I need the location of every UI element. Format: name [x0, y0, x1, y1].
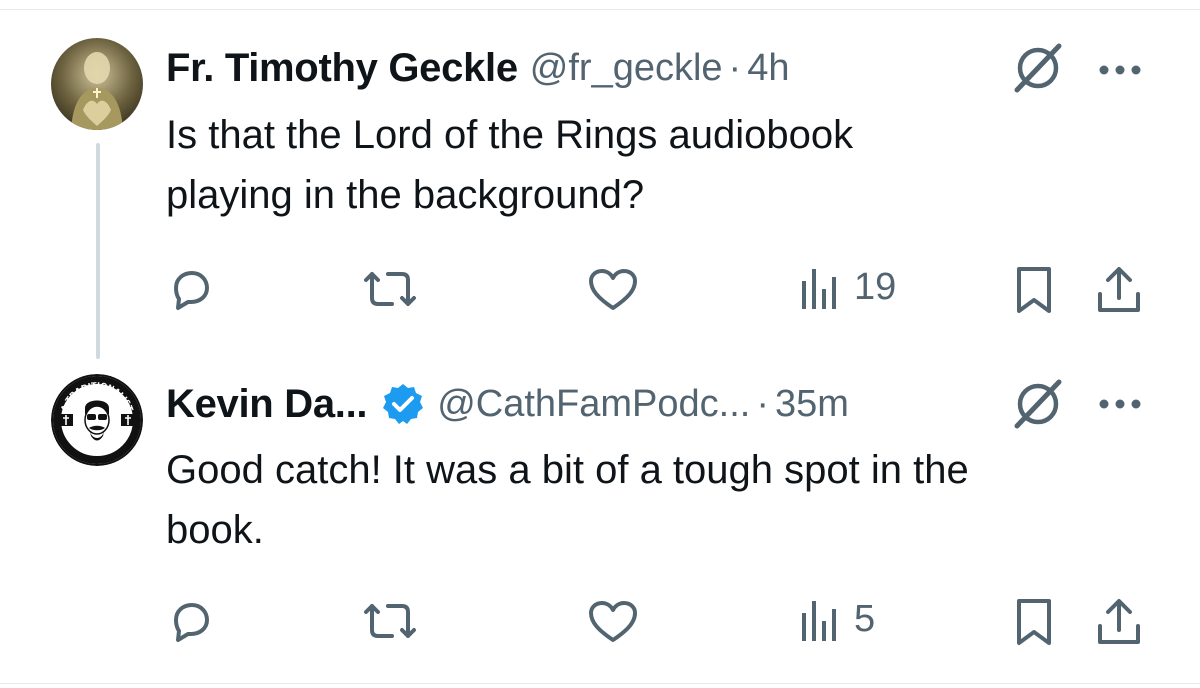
bookmark-button[interactable] [1012, 596, 1056, 648]
grok-icon[interactable] [1010, 40, 1066, 96]
bottom-divider [0, 683, 1200, 684]
reply-button[interactable] [166, 598, 214, 646]
views-button[interactable]: 19 [800, 263, 896, 311]
tweet-header: Fr. Timothy Geckle @fr_geckle · 4h [166, 38, 789, 98]
views-count: 19 [854, 265, 897, 308]
thread-connector-line [96, 143, 100, 359]
bookmark-icon [1017, 599, 1051, 645]
views-bar-icon [802, 601, 836, 641]
heart-icon [589, 601, 637, 642]
tweet-text: Is that the Lord of the Rings audiobook … [166, 105, 1156, 225]
like-button[interactable] [586, 266, 640, 314]
reply-bubble-icon [174, 603, 209, 642]
sacred-heart-avatar-image [51, 38, 143, 130]
reply-bubble-icon [174, 271, 209, 310]
bookmark-icon [1017, 267, 1051, 313]
timestamp[interactable]: 35m [775, 383, 849, 426]
share-icon [1098, 267, 1140, 312]
heart-icon [589, 269, 637, 310]
tweet-text-line: playing in the background? [166, 173, 645, 217]
share-button[interactable] [1094, 596, 1144, 648]
more-dots-icon[interactable] [1096, 60, 1146, 80]
like-button[interactable] [586, 598, 640, 646]
retweet-icon [364, 604, 416, 638]
author-name[interactable]: Kevin Da... [166, 382, 368, 427]
share-icon [1098, 599, 1140, 644]
reply-button[interactable] [166, 266, 214, 314]
avatar[interactable]: A TRADITIONALIST KEVIN DAVIS [51, 374, 143, 466]
bookmark-button[interactable] [1012, 264, 1056, 316]
top-divider [0, 9, 1200, 10]
views-button[interactable]: 5 [800, 595, 875, 643]
author-name[interactable]: Fr. Timothy Geckle [166, 46, 518, 91]
grok-icon[interactable] [1010, 376, 1066, 432]
tweet-header: Kevin Da... @CathFamPodc... · 35m [166, 374, 849, 434]
author-handle[interactable]: @fr_geckle [530, 47, 723, 90]
views-bar-icon [802, 269, 836, 309]
verified-badge-icon [381, 382, 425, 426]
dot-separator: · [756, 382, 770, 425]
share-button[interactable] [1094, 264, 1144, 316]
dot-separator: · [728, 46, 742, 89]
retweet-icon [364, 272, 416, 306]
tweet-text: Good catch! It was a bit of a tough spot… [166, 440, 1156, 560]
tweet-text-line: Is that the Lord of the Rings audiobook [166, 113, 854, 157]
author-handle[interactable]: @CathFamPodc... [437, 383, 750, 426]
more-dots-icon[interactable] [1096, 394, 1146, 414]
tweet-text-line: Good catch! It was a bit of a tough spot… [166, 448, 969, 492]
traditionalist-podcast-avatar-image: A TRADITIONALIST KEVIN DAVIS [51, 374, 143, 466]
retweet-button[interactable] [358, 598, 422, 646]
avatar[interactable] [51, 38, 143, 130]
retweet-button[interactable] [358, 266, 422, 314]
timestamp[interactable]: 4h [747, 47, 789, 90]
tweet-text-line: book. [166, 508, 264, 552]
views-count: 5 [854, 597, 876, 640]
